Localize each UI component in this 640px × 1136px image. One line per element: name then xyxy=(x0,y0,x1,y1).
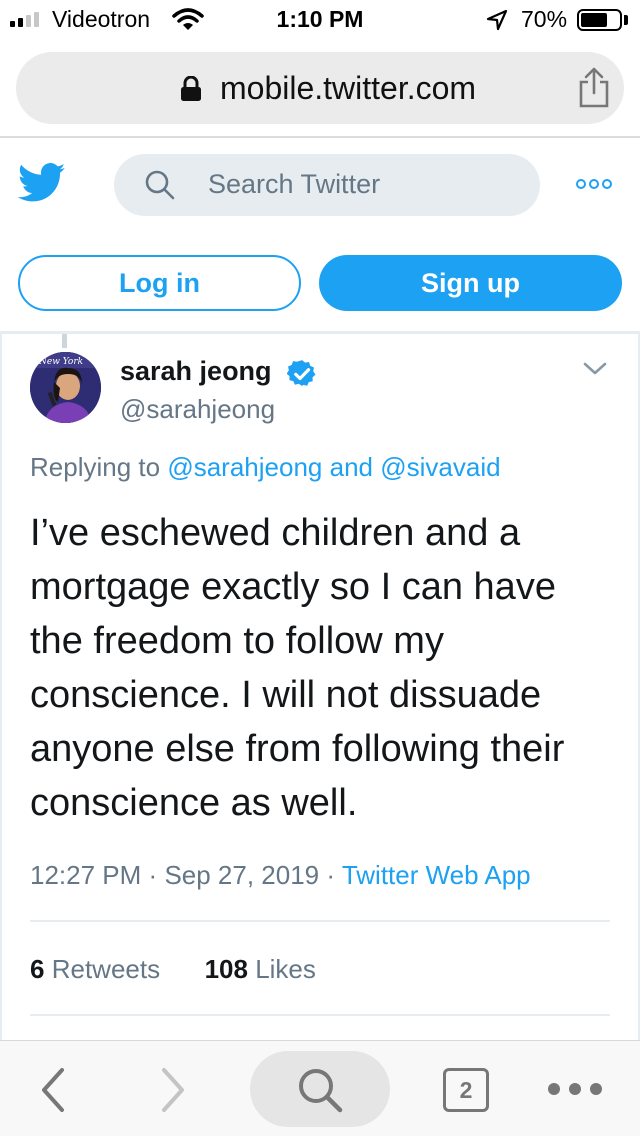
url-text: mobile.twitter.com xyxy=(220,70,477,106)
separator-dot: · xyxy=(326,860,336,890)
avatar[interactable]: New York xyxy=(30,352,101,423)
tweet-text-line: anyone else from following their xyxy=(30,728,565,770)
retweets-label: Retweets xyxy=(51,954,161,984)
tweet-text-line: conscience as well. xyxy=(30,782,358,824)
reply-link-user2[interactable]: @sivavaid xyxy=(380,452,500,482)
tweet-source[interactable]: Twitter Web App xyxy=(342,860,531,890)
likes-label: Likes xyxy=(255,954,316,984)
verified-badge-icon xyxy=(286,359,317,394)
replying-to: Replying to @sarahjeong and @sivavaid xyxy=(30,452,501,483)
replying-prefix: Replying to xyxy=(30,452,161,482)
battery-fill xyxy=(581,13,607,27)
likes-count: 108 xyxy=(204,954,248,984)
display-name[interactable]: sarah jeong xyxy=(120,356,272,387)
tweet-text-line: the freedom to follow my xyxy=(30,620,444,662)
browser-divider xyxy=(0,136,640,138)
tweet-stats: 6 Retweets 108 Likes xyxy=(30,954,316,985)
reply-and[interactable]: and xyxy=(330,452,373,482)
header-divider xyxy=(0,331,640,334)
search-icon xyxy=(299,1069,343,1113)
signup-button[interactable]: Sign up xyxy=(319,255,622,311)
tweet-time[interactable]: 12:27 PM xyxy=(30,860,141,890)
retweets-count: 6 xyxy=(30,954,45,984)
stats-divider-top xyxy=(30,920,610,922)
browser-toolbar: 2 xyxy=(0,1040,640,1136)
separator-dot: · xyxy=(148,860,158,890)
tweet-timestamp: 12:27 PM · Sep 27, 2019 · Twitter Web Ap… xyxy=(30,860,531,891)
battery-percent: 70% xyxy=(521,6,568,32)
likes-stat[interactable]: 108 Likes xyxy=(205,954,316,984)
battery-icon xyxy=(577,9,622,31)
twitter-bird-icon[interactable] xyxy=(17,163,66,208)
search-placeholder: Search Twitter xyxy=(208,169,381,199)
share-icon[interactable] xyxy=(576,66,612,113)
battery-tip xyxy=(624,15,628,25)
more-icon[interactable] xyxy=(576,179,612,189)
search-input[interactable]: Search Twitter xyxy=(114,154,540,216)
tweet-border-left xyxy=(0,334,2,1040)
tweet-date[interactable]: Sep 27, 2019 xyxy=(164,860,319,890)
tweet-text-line: conscience. I will not dissuade xyxy=(30,674,542,716)
status-bar: Videotron 1:10 PM 70% xyxy=(0,0,640,40)
search-icon xyxy=(144,169,176,206)
login-button[interactable]: Log in xyxy=(18,255,301,311)
chevron-down-icon[interactable] xyxy=(582,360,608,383)
user-handle[interactable]: @sarahjeong xyxy=(120,394,275,425)
tweet-text: I’ve eschewed children and a mortgage ex… xyxy=(30,506,620,830)
lock-icon xyxy=(180,75,202,107)
avatar-banner-text: New York xyxy=(38,357,83,367)
tweet-text-line: I’ve eschewed children and a xyxy=(30,512,521,554)
toolbar-search-button[interactable] xyxy=(250,1051,390,1127)
more-icon[interactable] xyxy=(548,1083,602,1095)
stats-divider-bottom xyxy=(30,1014,610,1016)
location-arrow-icon xyxy=(486,9,508,36)
tabs-icon[interactable]: 2 xyxy=(443,1068,489,1112)
address-bar[interactable]: mobile.twitter.com xyxy=(16,52,624,124)
tweet-text-line: mortgage exactly so I can have xyxy=(30,566,556,608)
retweets-stat[interactable]: 6 Retweets xyxy=(30,954,160,984)
back-icon[interactable] xyxy=(38,1066,68,1119)
forward-icon[interactable] xyxy=(158,1066,188,1119)
reply-link-user1[interactable]: @sarahjeong xyxy=(167,452,322,482)
thread-connector xyxy=(62,334,67,348)
